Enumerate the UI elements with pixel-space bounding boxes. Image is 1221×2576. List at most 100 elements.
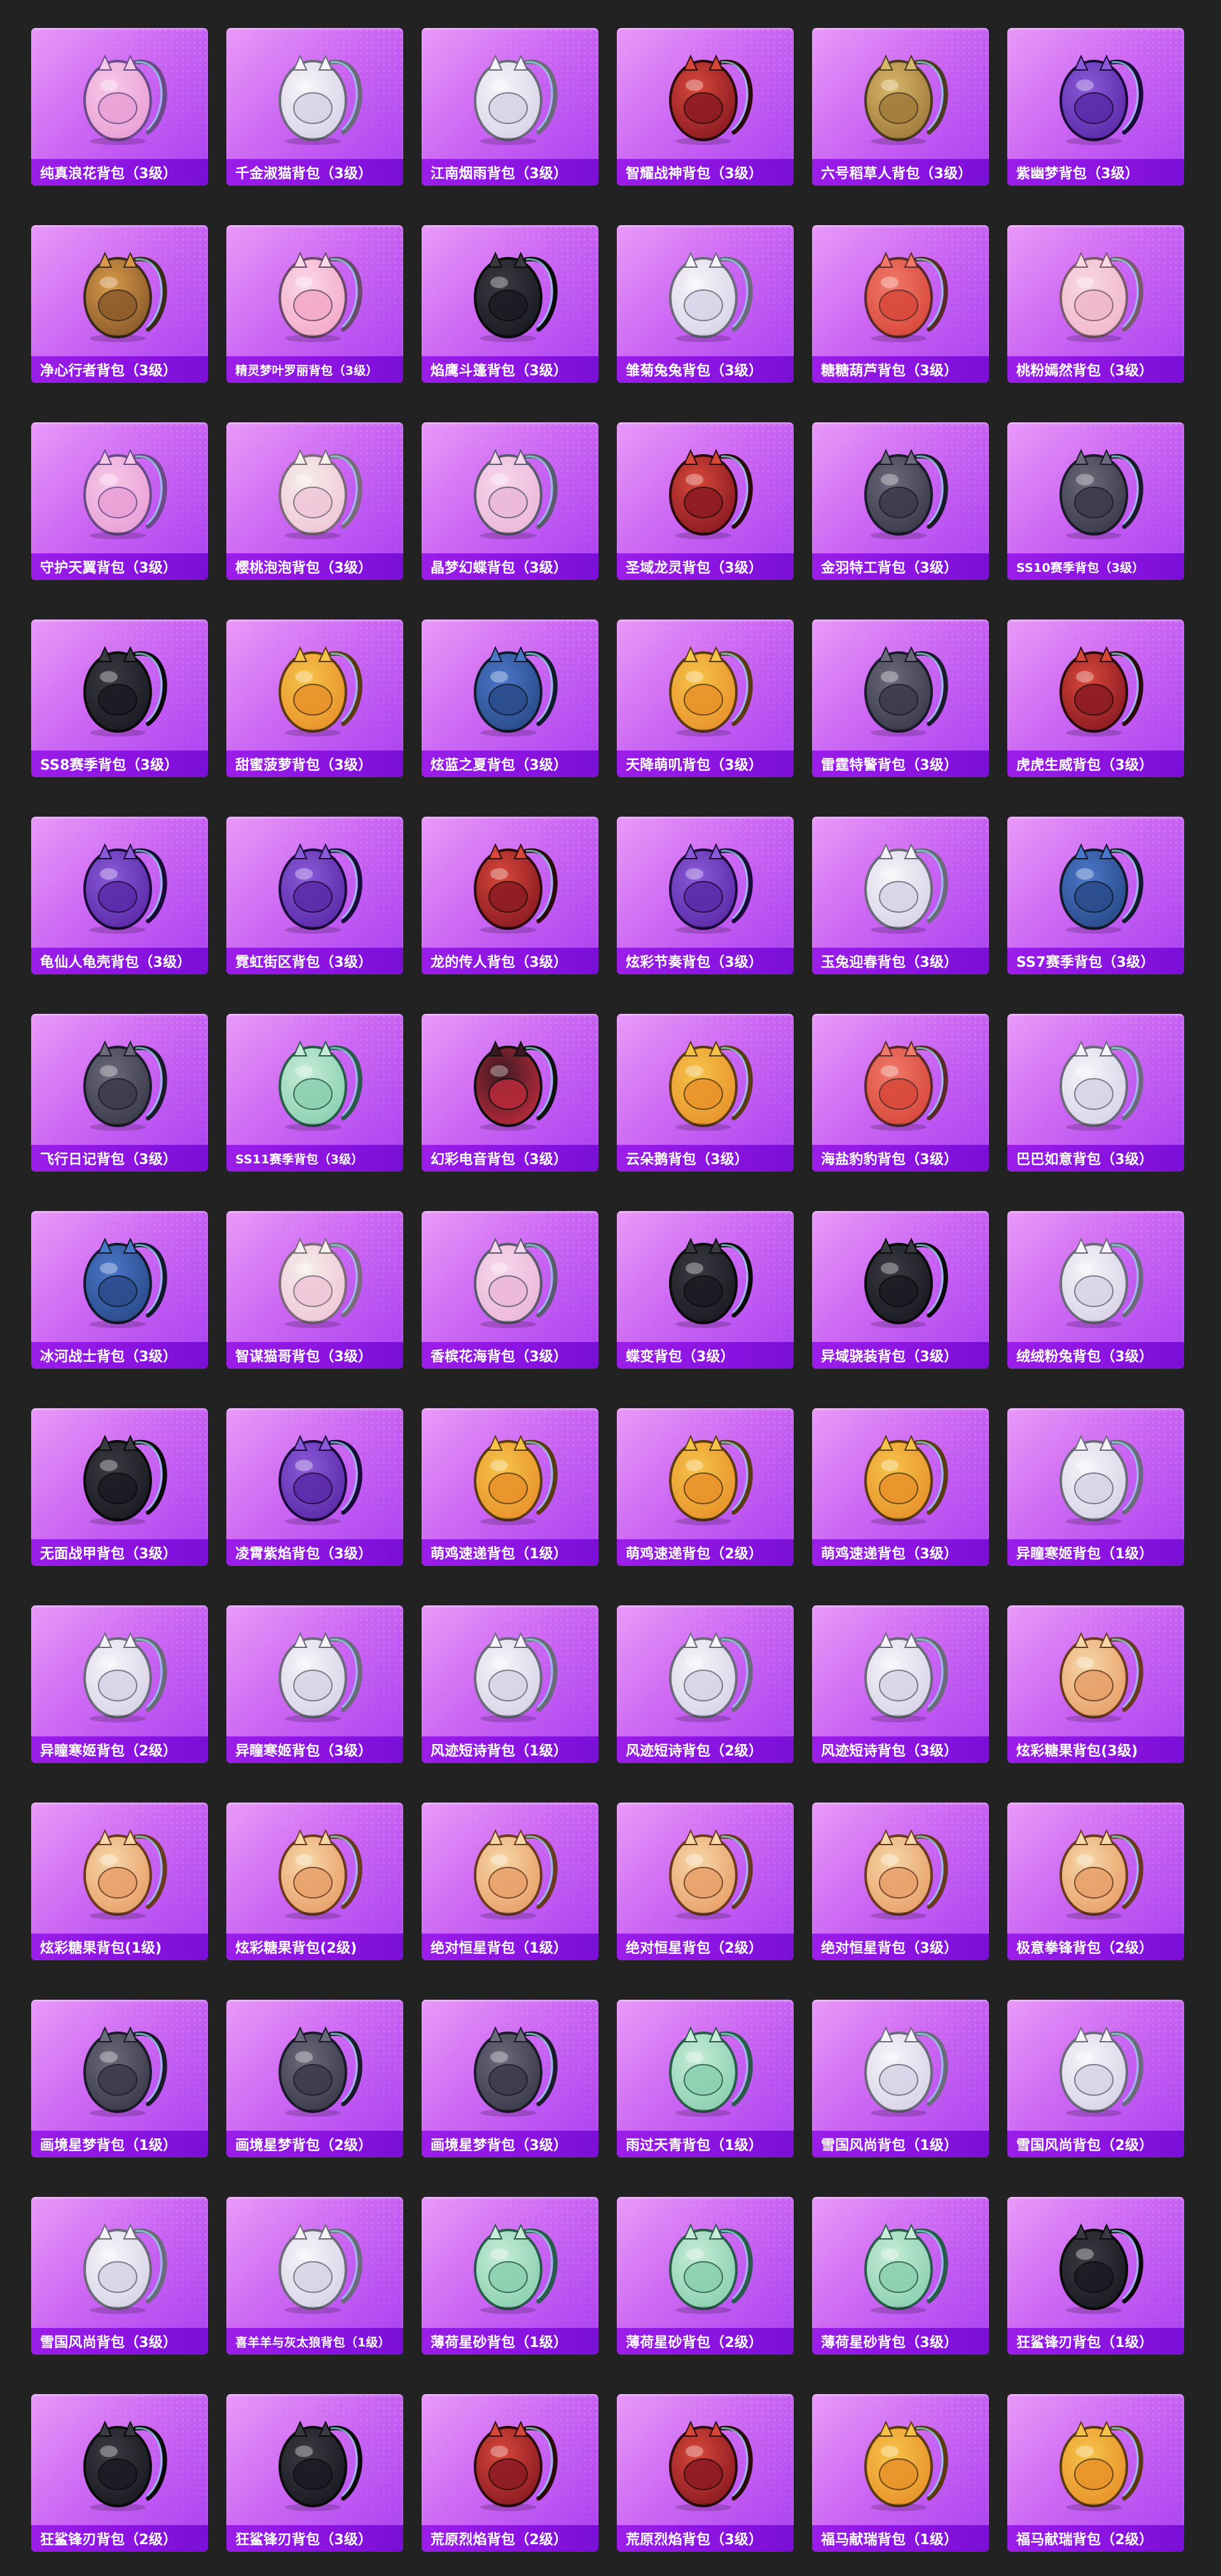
purple-orb-backpack-icon <box>254 1417 375 1532</box>
backpack-card[interactable]: 无面战甲背包（3级） <box>31 1408 208 1566</box>
backpack-card[interactable]: 雨过天青背包（1级） <box>617 2000 794 2157</box>
backpack-card[interactable]: 甜蜜菠萝背包（3级） <box>226 620 403 777</box>
backpack-card[interactable]: 晶梦幻蝶背包（3级） <box>422 422 598 580</box>
backpack-card[interactable]: 风迹短诗背包（2级） <box>617 1605 794 1763</box>
backpack-card[interactable]: 幻彩电音背包（3级） <box>422 1014 598 1172</box>
backpack-card[interactable]: 炫彩糖果背包(1级) <box>31 1803 208 1960</box>
backpack-card[interactable]: 江南烟雨背包（3级） <box>422 28 598 186</box>
backpack-card[interactable]: 绝对恒星背包（2级） <box>617 1803 794 1960</box>
blue-season-backpack-icon <box>1035 826 1156 940</box>
backpack-card[interactable]: 六号稻草人背包（3级） <box>812 28 989 186</box>
backpack-card[interactable]: 萌鸡速递背包（2级） <box>617 1408 794 1566</box>
backpack-card[interactable]: 画境星梦背包（3级） <box>422 2000 598 2157</box>
backpack-card[interactable]: 圣域龙灵背包（3级） <box>617 422 794 580</box>
backpack-card[interactable]: 雪国风尚背包（2级） <box>1007 2000 1184 2157</box>
card-label-bar: 雷霆特警背包（3级） <box>812 751 989 777</box>
armored-backpack-icon <box>645 37 766 151</box>
backpack-card[interactable]: 异瞳寒姬背包（1级） <box>1007 1408 1184 1566</box>
backpack-card[interactable]: 萌鸡速递背包（1级） <box>422 1408 598 1566</box>
brown-cat-backpack-icon <box>254 1220 375 1334</box>
backpack-card[interactable]: 荒原烈焰背包（3级） <box>617 2394 794 2552</box>
backpack-card[interactable]: 雏菊兔兔背包（3级） <box>617 225 794 383</box>
backpack-card[interactable]: 天降萌叽背包（3级） <box>617 620 794 777</box>
backpack-card[interactable]: 雪国风尚背包（3级） <box>31 2197 208 2355</box>
card-label-bar: 飞行日记背包（3级） <box>31 1145 208 1172</box>
backpack-name: 薄荷星砂背包（1级） <box>431 2335 568 2351</box>
backpack-card[interactable]: 凌霄紫焰背包（3级） <box>226 1408 403 1566</box>
mint-sand-lv2-icon <box>645 2206 766 2320</box>
card-label-bar: 虎虎生威背包（3级） <box>1007 751 1184 777</box>
backpack-name: 樱桃泡泡背包（3级） <box>235 560 373 576</box>
backpack-card[interactable]: 风迹短诗背包（3级） <box>812 1605 989 1763</box>
backpack-card[interactable]: 炫彩糖果背包(2级) <box>226 1803 403 1960</box>
card-label-bar: 云朵鹅背包（3级） <box>617 1145 794 1172</box>
backpack-card[interactable]: SS7赛季背包（3级） <box>1007 817 1184 974</box>
backpack-card[interactable]: 智谋猫哥背包（3级） <box>226 1211 403 1369</box>
backpack-card[interactable]: 金羽特工背包（3级） <box>812 422 989 580</box>
backpack-card[interactable]: 画境星梦背包（1级） <box>31 2000 208 2157</box>
backpack-card[interactable]: 龟仙人龟壳背包（3级） <box>31 817 208 974</box>
backpack-card[interactable]: 狂鲨锋刃背包（2级） <box>31 2394 208 2552</box>
backpack-card[interactable]: 香槟花海背包（3级） <box>422 1211 598 1369</box>
backpack-card[interactable]: 云朵鹅背包（3级） <box>617 1014 794 1172</box>
backpack-name: 萌鸡速递背包（1级） <box>431 1546 568 1562</box>
backpack-card[interactable]: 狂鲨锋刃背包（1级） <box>1007 2197 1184 2355</box>
backpack-card[interactable]: 雷霆特警背包（3级） <box>812 620 989 777</box>
backpack-card[interactable]: 玉兔迎春背包（3级） <box>812 817 989 974</box>
backpack-card[interactable]: 炫彩节奏背包（3级） <box>617 817 794 974</box>
backpack-card[interactable]: 龙的传人背包（3级） <box>422 817 598 974</box>
backpack-card[interactable]: 绝对恒星背包（3级） <box>812 1803 989 1960</box>
backpack-card[interactable]: 冰河战士背包（3级） <box>31 1211 208 1369</box>
backpack-card[interactable]: SS10赛季背包（3级） <box>1007 422 1184 580</box>
backpack-card[interactable]: 喜羊羊与灰太狼背包（1级） <box>226 2197 403 2355</box>
backpack-card[interactable]: 炫蓝之夏背包（3级） <box>422 620 598 777</box>
backpack-card[interactable]: 福马献瑞背包（1级） <box>812 2394 989 2552</box>
backpack-card[interactable]: 精灵梦叶罗丽背包（3级） <box>226 225 403 383</box>
backpack-card[interactable]: 巴巴如意背包（3级） <box>1007 1014 1184 1172</box>
backpack-card[interactable]: 焰鹰斗篷背包（3级） <box>422 225 598 383</box>
backpack-card[interactable]: 极意拳锋背包（2级） <box>1007 1803 1184 1960</box>
backpack-card[interactable]: 樱桃泡泡背包（3级） <box>226 422 403 580</box>
backpack-card[interactable]: SS8赛季背包（3级） <box>31 620 208 777</box>
backpack-card[interactable]: 海盐豹豹背包（3级） <box>812 1014 989 1172</box>
backpack-card[interactable]: 薄荷星砂背包（2级） <box>617 2197 794 2355</box>
backpack-card[interactable]: 千金淑猫背包（3级） <box>226 28 403 186</box>
backpack-card[interactable]: 净心行者背包（3级） <box>31 225 208 383</box>
backpack-card[interactable]: 风迹短诗背包（1级） <box>422 1605 598 1763</box>
backpack-card[interactable]: 异域骁装背包（3级） <box>812 1211 989 1369</box>
backpack-name: 精灵梦叶罗丽背包（3级） <box>235 363 378 378</box>
neon-backpack-icon <box>254 826 375 940</box>
backpack-card[interactable]: 纯真浪花背包（3级） <box>31 28 208 186</box>
backpack-card[interactable]: 虎虎生威背包（3级） <box>1007 620 1184 777</box>
backpack-card[interactable]: 绝对恒星背包（1级） <box>422 1803 598 1960</box>
backpack-card[interactable]: 狂鲨锋刃背包（3级） <box>226 2394 403 2552</box>
backpack-card[interactable]: 蝶变背包（3级） <box>617 1211 794 1369</box>
backpack-card[interactable]: 智耀战神背包（3级） <box>617 28 794 186</box>
donut-lv3-icon <box>1035 1614 1156 1729</box>
backpack-card[interactable]: 薄荷星砂背包（3级） <box>812 2197 989 2355</box>
backpack-card[interactable]: 薄荷星砂背包（1级） <box>422 2197 598 2355</box>
backpack-name: 福马献瑞背包（1级） <box>821 2532 958 2548</box>
card-label-bar: 狂鲨锋刃背包（1级） <box>1007 2328 1184 2355</box>
backpack-card[interactable]: 绒绒粉兔背包（3级） <box>1007 1211 1184 1369</box>
backpack-card[interactable]: 守护天翼背包（3级） <box>31 422 208 580</box>
backpack-card[interactable]: 画境星梦背包（2级） <box>226 2000 403 2157</box>
backpack-card[interactable]: 桃粉嫣然背包（3级） <box>1007 225 1184 383</box>
backpack-card[interactable]: 炫彩糖果背包(3级) <box>1007 1605 1184 1763</box>
backpack-name: 飞行日记背包（3级） <box>40 1152 177 1168</box>
backpack-card[interactable]: 福马献瑞背包（2级） <box>1007 2394 1184 2552</box>
backpack-card[interactable]: 霓虹街区背包（3级） <box>226 817 403 974</box>
backpack-card[interactable]: 荒原烈焰背包（2级） <box>422 2394 598 2552</box>
backpack-card[interactable]: 萌鸡速递背包（3级） <box>812 1408 989 1566</box>
backpack-card[interactable]: 异瞳寒姬背包（3级） <box>226 1605 403 1763</box>
backpack-card[interactable]: 雪国风尚背包（1级） <box>812 2000 989 2157</box>
white-bunny-backpack-icon <box>450 37 570 151</box>
backpack-card[interactable]: 异瞳寒姬背包（2级） <box>31 1605 208 1763</box>
backpack-name: 异瞳寒姬背包（3级） <box>235 1743 373 1759</box>
seal-backpack-icon <box>840 1023 961 1137</box>
backpack-card[interactable]: 飞行日记背包（3级） <box>31 1014 208 1172</box>
backpack-card[interactable]: 紫幽梦背包（3级） <box>1007 28 1184 186</box>
backpack-card[interactable]: 糖糖葫芦背包（3级） <box>812 225 989 383</box>
backpack-card[interactable]: SS11赛季背包（3级） <box>226 1014 403 1172</box>
backpack-name: 极意拳锋背包（2级） <box>1016 1941 1154 1956</box>
